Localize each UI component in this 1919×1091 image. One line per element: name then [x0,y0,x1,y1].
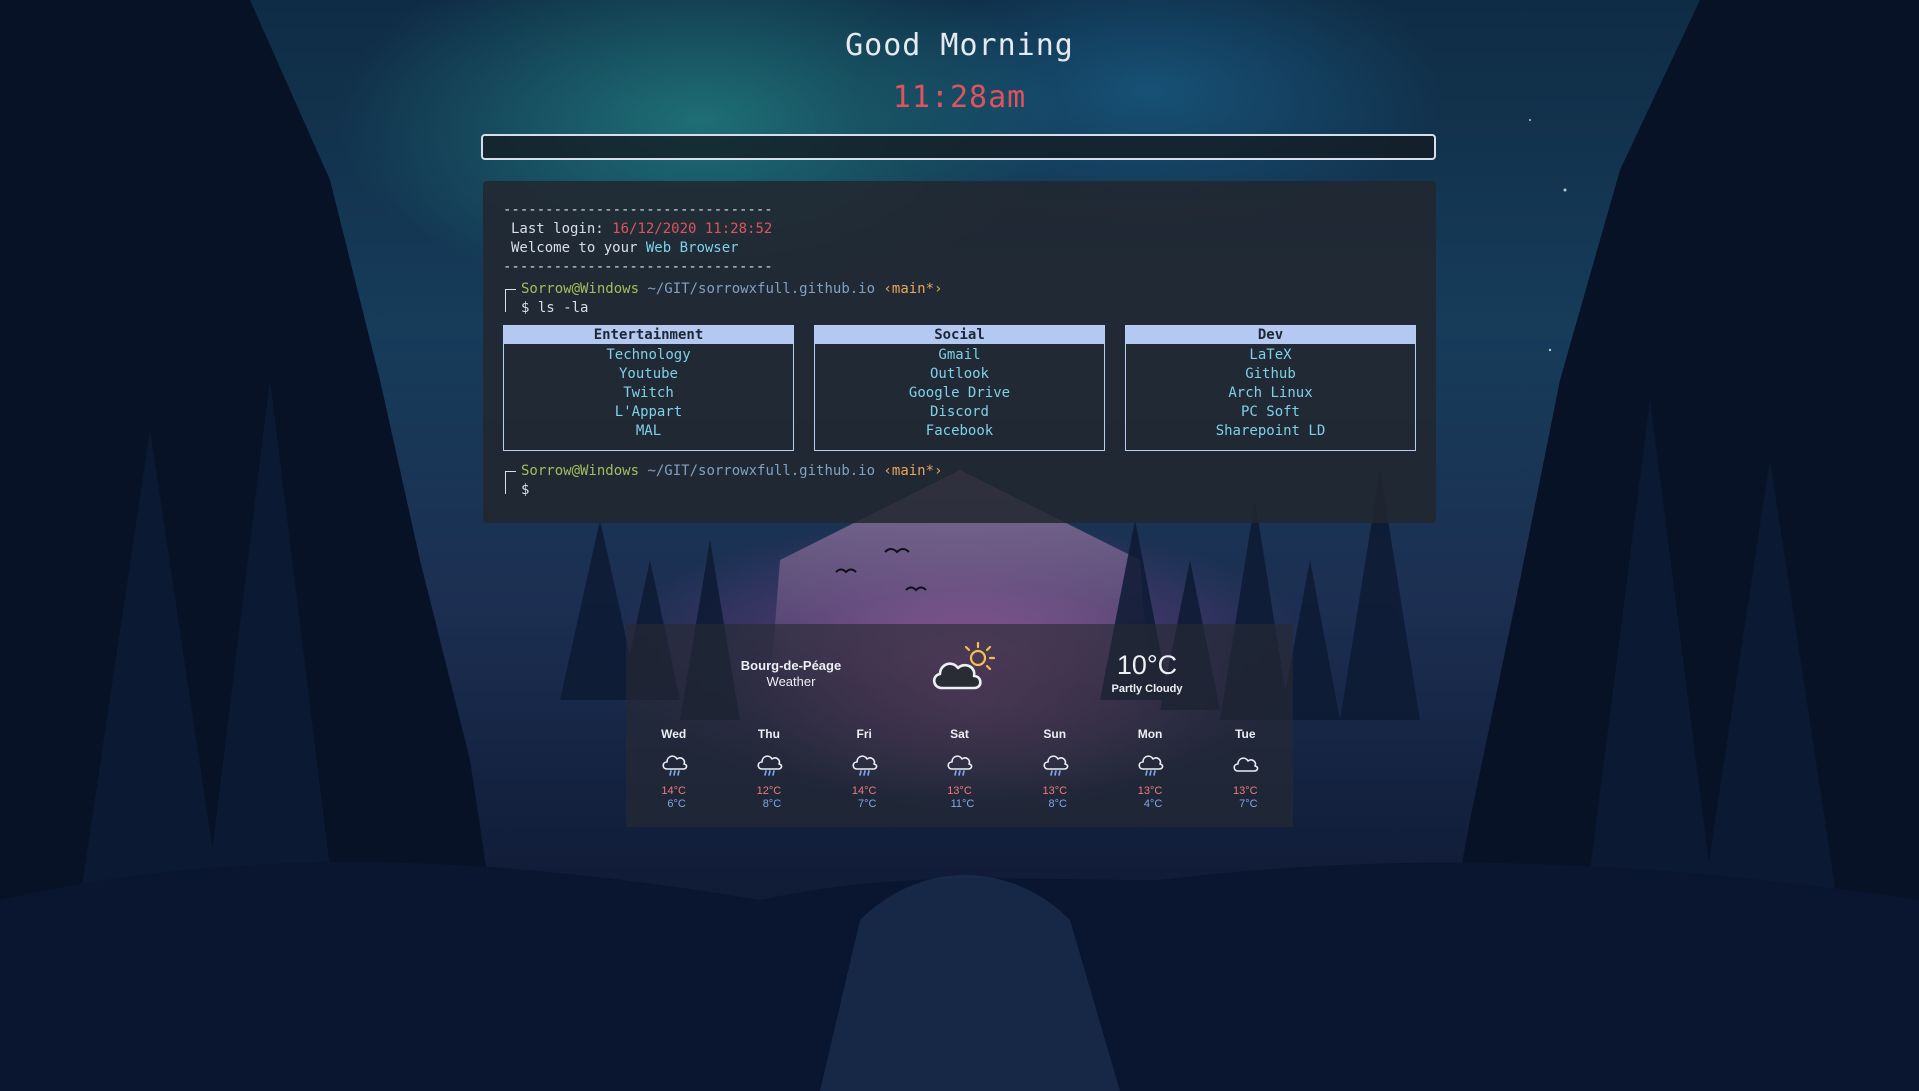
last-login-value: 16/12/2020 11:28:52 [612,221,773,237]
forecast-day-name: Fri [856,727,872,741]
forecast-day-name: Sat [950,727,969,741]
prompt-corner [505,471,516,494]
forecast-day-name: Wed [661,727,687,741]
column-dev: Dev LaTeX Github Arch Linux PC Soft Shar… [1125,325,1416,451]
current-temperature: 10°C [1116,650,1178,680]
prompt-corner [505,289,516,312]
link-outlook[interactable]: Outlook [815,365,1104,384]
forecast-high: 12°C [756,785,782,797]
forecast-low: 11°C [950,798,975,810]
link-github[interactable]: Github [1126,365,1415,384]
forecast-low: 8°C [1048,798,1067,810]
forecast-high: 13°C [1042,785,1068,797]
forecast-day: Mon 13°C 4°C [1102,727,1197,811]
forecast-low: 7°C [857,798,877,810]
bookmark-columns: Entertainment Technology Youtube Twitch … [503,325,1416,451]
prompt-user: Sorrow@Windows [521,463,640,479]
forecast-day-name: Tue [1235,727,1256,741]
prompt-path: ~/GIT/sorrowxfull.github.io [647,281,876,297]
background-forest-scene [0,0,1919,1091]
link-latex[interactable]: LaTeX [1126,346,1415,365]
forecast-low: 4°C [1143,798,1163,810]
forecast-high: 13°C [1137,785,1163,797]
forecast-day-name: Mon [1137,727,1163,741]
prompt-branch: ‹main*› [883,281,943,297]
greeting-text: Good Morning [845,28,1074,63]
column-entertainment: Entertainment Technology Youtube Twitch … [503,325,794,451]
clock: 11:28am [892,80,1027,115]
prompt: Sorrow@Windows ~/GIT/sorrowxfull.github.… [503,280,1416,318]
weather-city: Bourg-de-Péage [740,658,842,673]
prompt-command: $ ls -la [521,300,589,316]
rain-cloud-icon [817,747,912,781]
column-title: Dev [1126,326,1415,344]
link-youtube[interactable]: Youtube [504,365,793,384]
last-login-line: Last login: 16/12/2020 11:28:52 [503,220,1416,239]
forecast-day: Sun 13°C 8°C [1007,727,1102,811]
current-conditions: Partly Cloudy [1111,683,1183,695]
link-pc-soft[interactable]: PC Soft [1126,403,1415,422]
forecast-row: Wed 14°C 6°C Thu 12°C 8°C Fri 14°C 7°C S… [626,727,1293,811]
weather-location: Bourg-de-Péage Weather [721,658,861,690]
forecast-day: Fri 14°C 7°C [817,727,912,811]
rain-cloud-icon [721,747,816,781]
divider: -------------------------------- [503,202,773,218]
forecast-day-name: Thu [757,727,780,741]
terminal-panel: -------------------------------- Last lo… [483,181,1436,523]
forecast-low: 7°C [1239,798,1258,810]
link-sharepoint-ld[interactable]: Sharepoint LD [1126,422,1415,441]
link-discord[interactable]: Discord [815,403,1104,422]
forecast-day: Tue 13°C 7°C [1198,727,1293,811]
prompt-branch: ‹main*› [883,463,943,479]
link-lappart[interactable]: L'Appart [504,403,793,422]
welcome-line: Welcome to your Web Browser [503,239,1416,258]
link-google-drive[interactable]: Google Drive [815,384,1104,403]
rain-cloud-icon [912,747,1007,781]
link-mal[interactable]: MAL [504,422,793,441]
link-twitch[interactable]: Twitch [504,384,793,403]
divider: -------------------------------- [503,259,773,275]
forecast-high: 14°C [851,785,877,797]
prompt-symbol: $ [521,482,530,498]
forecast-day: Wed 14°C 6°C [626,727,721,811]
forecast-high: 13°C [1233,785,1258,797]
prompt: Sorrow@Windows ~/GIT/sorrowxfull.github.… [503,462,1416,500]
welcome-highlight: Web Browser [645,240,739,256]
column-title: Entertainment [504,326,793,344]
search-input[interactable] [481,134,1436,160]
forecast-low: 8°C [762,798,782,810]
forecast-day: Thu 12°C 8°C [721,727,816,811]
column-social: Social Gmail Outlook Google Drive Discor… [814,325,1105,451]
forecast-day: Sat 13°C 11°C [912,727,1007,811]
forecast-high: 14°C [661,785,686,797]
link-facebook[interactable]: Facebook [815,422,1104,441]
prompt-user: Sorrow@Windows [521,281,640,297]
partly-cloudy-icon [928,638,1000,703]
forecast-day-name: Sun [1043,727,1067,741]
weather-widget: Bourg-de-Péage Weather 10°C Partly Cloud… [626,624,1293,827]
cloud-icon [1198,747,1293,781]
link-technology[interactable]: Technology [504,346,793,365]
last-login-label: Last login: [511,221,604,237]
prompt-path: ~/GIT/sorrowxfull.github.io [647,463,876,479]
link-arch-linux[interactable]: Arch Linux [1126,384,1415,403]
column-title: Social [815,326,1104,344]
rain-cloud-icon [1102,747,1197,781]
forecast-low: 6°C [667,798,686,810]
link-gmail[interactable]: Gmail [815,346,1104,365]
weather-label: Weather [766,674,816,689]
rain-cloud-icon [626,747,721,781]
welcome-prefix: Welcome to your [511,240,638,256]
forecast-high: 13°C [947,785,972,797]
rain-cloud-icon [1007,747,1102,781]
